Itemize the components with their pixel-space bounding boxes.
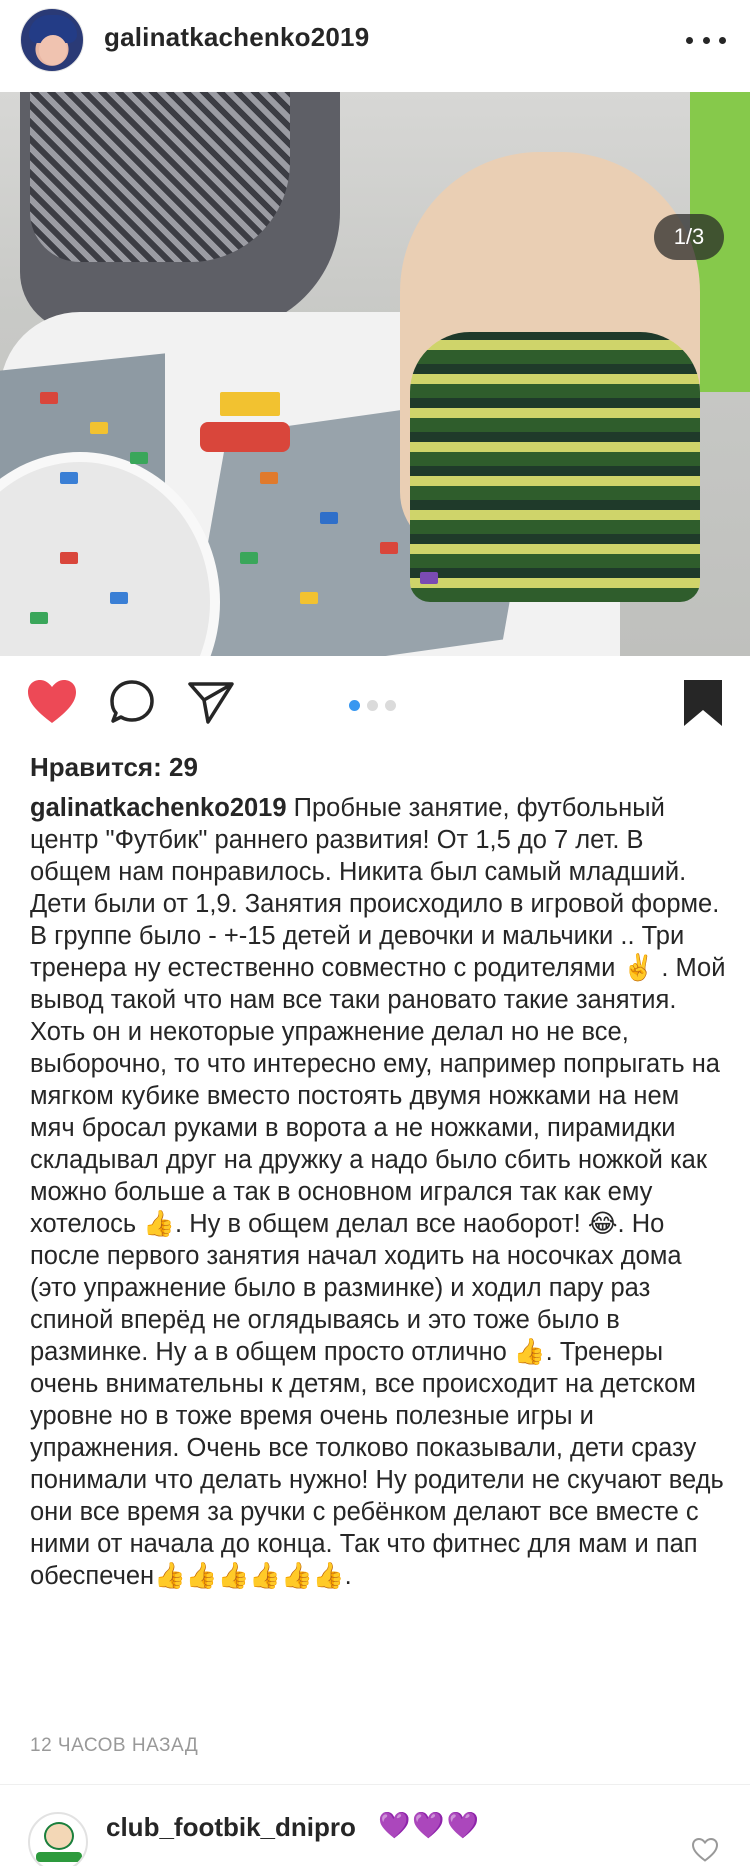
post-timestamp: 12 ЧАСОВ НАЗАД [30,1735,199,1756]
caption-text: Пробные занятие, футбольный центр "Футби… [30,794,726,1590]
comment-icon[interactable] [108,678,156,731]
post-actions [0,672,750,732]
heart-icon[interactable] [26,678,78,731]
carousel-dot-active [349,700,360,711]
bookmark-icon[interactable] [682,678,724,733]
post-photo[interactable]: 1/3 [0,92,750,656]
comment-text: 💜💜💜 [378,1810,482,1840]
carousel-dots [349,700,396,711]
post-header: galinatkachenko2019 [0,0,750,92]
divider [0,1784,750,1785]
caption-username[interactable]: galinatkachenko2019 [30,794,287,822]
carousel-dot [367,700,378,711]
carousel-dot [385,700,396,711]
share-icon[interactable] [186,678,236,731]
post-username[interactable]: galinatkachenko2019 [104,22,369,53]
comment-heart-icon[interactable] [691,1837,719,1866]
likes-count[interactable]: Нравится: 29 [30,752,198,783]
comment-avatar[interactable] [28,1812,88,1866]
avatar[interactable] [20,8,84,72]
carousel-counter: 1/3 [654,214,724,260]
more-options-icon[interactable] [686,30,726,50]
post-caption: galinatkachenko2019 Пробные занятие, фут… [30,792,730,1592]
comment-username[interactable]: club_footbik_dnipro [106,1812,356,1843]
